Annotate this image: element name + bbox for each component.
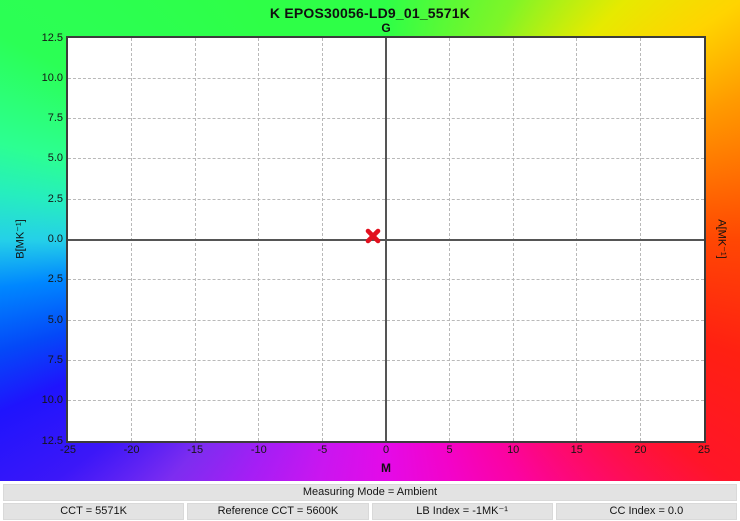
chart-title: K EPOS30056-LD9_01_5571K	[0, 5, 740, 21]
measuring-mode-bar: Measuring Mode = Ambient	[3, 484, 737, 501]
status-readout-row: CCT = 5571K Reference CCT = 5600K LB Ind…	[3, 503, 737, 520]
cc-index-readout: CC Index = 0.0	[556, 503, 737, 520]
plot-area	[66, 36, 706, 443]
magenta-axis-label: M	[381, 461, 391, 475]
blue-axis-label: B[MK⁻¹]	[14, 219, 27, 258]
cct-readout: CCT = 5571K	[3, 503, 184, 520]
amber-axis-label: A[MK⁻¹]	[716, 219, 729, 258]
green-axis-label: G	[381, 21, 390, 35]
lb-index-readout: LB Index = -1MK⁻¹	[372, 503, 553, 520]
reference-cct-readout: Reference CCT = 5600K	[187, 503, 368, 520]
color-meter-screen: K EPOS30056-LD9_01_5571K G -25-20-15-10-…	[0, 0, 740, 521]
